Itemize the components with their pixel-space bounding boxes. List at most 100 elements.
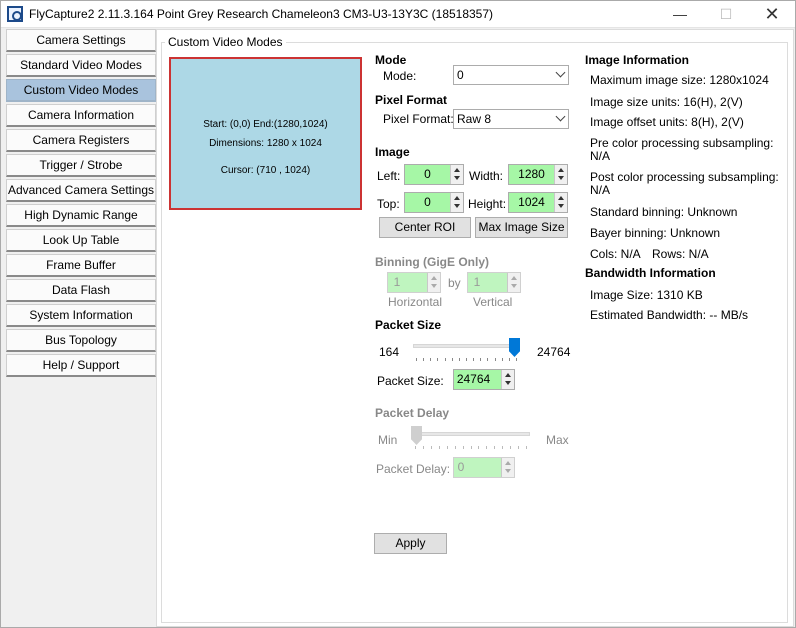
pre-color-subsampling-value: N/A [590,149,611,163]
app-icon [7,6,23,22]
maximize-icon[interactable]: ☐ [703,1,749,28]
packet-size-value: 24764 [456,372,491,386]
sidebar-item-data-flash[interactable]: Data Flash [6,279,156,302]
post-color-subsampling-text: Post color processing subsampling: [590,170,779,184]
top-value: 0 [424,195,431,209]
packet-size-min: 164 [379,345,400,359]
chevron-down-icon [555,111,566,122]
slider-tick [446,446,448,449]
packet-size-slider-track[interactable] [413,344,519,348]
max-image-size-text: Maximum image size: 1280x1024 [590,73,769,87]
sidebar-item-custom-video-modes[interactable]: Custom Video Modes [6,79,156,102]
horizontal-label: Horizontal [388,295,443,309]
packet-size-label: Packet Size: [377,374,444,388]
sidebar-item-help-support[interactable]: Help / Support [6,354,156,377]
packet-size-spinbox[interactable]: 24764 [453,369,515,390]
mode-select[interactable]: 0 [453,65,569,85]
pixel-format-select-value: Raw 8 [457,112,492,126]
pixel-format-header: Pixel Format [375,93,448,107]
packet-delay-header: Packet Delay [375,406,450,420]
slider-tick [516,358,517,361]
slider-tick [423,358,425,361]
center-roi-button[interactable]: Center ROI [379,217,471,238]
arrow-down-icon [511,284,517,288]
packet-size-max: 24764 [537,345,571,359]
slider-tick [430,446,432,449]
spin-buttons[interactable] [450,165,463,184]
image-header: Image [375,145,410,159]
minimize-icon[interactable]: — [657,1,703,28]
arrow-up-icon [431,276,437,280]
close-icon[interactable]: ✕ [749,1,795,28]
left-spinbox[interactable]: 0 [404,164,464,185]
arrow-down-icon [505,469,511,473]
horizontal-binning-value: 1 [393,275,401,289]
slider-tick [458,358,460,361]
arrow-up-icon [505,461,511,465]
slider-tick [494,446,496,449]
vertical-label: Vertical [473,295,513,309]
spin-buttons[interactable] [554,193,567,212]
max-image-size-button[interactable]: Max Image Size [475,217,568,238]
sidebar-item-frame-buffer[interactable]: Frame Buffer [6,254,156,277]
vertical-binning-spinbox: 1 [467,272,521,293]
pixel-format-label: Pixel Format: [383,112,454,126]
spin-buttons[interactable] [554,165,567,184]
arrow-up-icon [558,196,564,200]
slider-tick [466,358,467,361]
slider-tick [451,358,453,361]
mode-select-value: 0 [457,68,464,82]
sidebar-item-camera-information[interactable]: Camera Information [6,104,156,127]
sidebar-item-standard-video-modes[interactable]: Standard Video Modes [6,54,156,77]
pixel-format-select[interactable]: Raw 8 [453,109,569,129]
slider-tick [502,446,504,449]
post-color-subsampling-value: N/A [590,183,611,197]
packet-size-header: Packet Size [375,318,442,332]
spin-buttons[interactable] [501,370,514,389]
sidebar-item-system-information[interactable]: System Information [6,304,156,327]
slider-tick [454,446,456,449]
top-label: Top: [377,197,400,211]
title-bar: FlyCapture2 2.11.3.164 Point Grey Resear… [1,1,795,28]
spin-buttons[interactable] [450,193,463,212]
slider-tick [518,446,520,449]
slider-tick [478,446,480,449]
apply-button[interactable]: Apply [374,533,447,554]
binning-by-label: by [448,276,461,290]
arrow-down-icon [454,204,460,208]
sidebar-item-camera-settings[interactable]: Camera Settings [6,29,156,52]
sidebar-item-high-dynamic-range[interactable]: High Dynamic Range [6,204,156,227]
slider-tick [501,358,503,361]
left-value: 0 [424,167,431,181]
packet-delay-min: Min [378,433,398,447]
top-spinbox[interactable]: 0 [404,192,464,213]
left-label: Left: [377,169,401,183]
bayer-binning-text: Bayer binning: Unknown [590,226,721,240]
slider-tick [487,358,489,361]
width-spinbox[interactable]: 1280 [508,164,568,185]
spin-buttons [507,273,520,292]
sidebar-item-trigger-strobe[interactable]: Trigger / Strobe [6,154,156,177]
arrow-up-icon [558,168,564,172]
sidebar-item-camera-registers[interactable]: Camera Registers [6,129,156,152]
sidebar-item-advanced-camera-settings[interactable]: Advanced Camera Settings [6,179,156,202]
arrow-up-icon [511,276,517,280]
sidebar-item-bus-topology[interactable]: Bus Topology [6,329,156,352]
slider-tick [462,446,464,449]
width-label: Width: [469,169,504,183]
arrow-up-icon [454,168,460,172]
slider-tick [494,358,496,361]
height-spinbox[interactable]: 1024 [508,192,568,213]
arrow-up-icon [505,373,511,377]
slider-tick [416,358,417,361]
estimated-bandwidth-text: Estimated Bandwidth: -- MB/s [590,308,749,322]
roi-preview[interactable]: Start: (0,0) End:(1280,1024) Dimensions:… [169,57,362,210]
slider-tick [470,446,472,449]
horizontal-binning-spinbox: 1 [387,272,441,293]
binning-header: Binning (GigE Only) [375,255,489,269]
sidebar-item-look-up-table[interactable]: Look Up Table [6,229,156,252]
packet-delay-value: 0 [457,460,465,474]
width-value: 1280 [518,167,545,181]
packet-delay-spinbox: 0 [453,457,515,478]
cols-text: Cols: N/A [590,247,641,261]
